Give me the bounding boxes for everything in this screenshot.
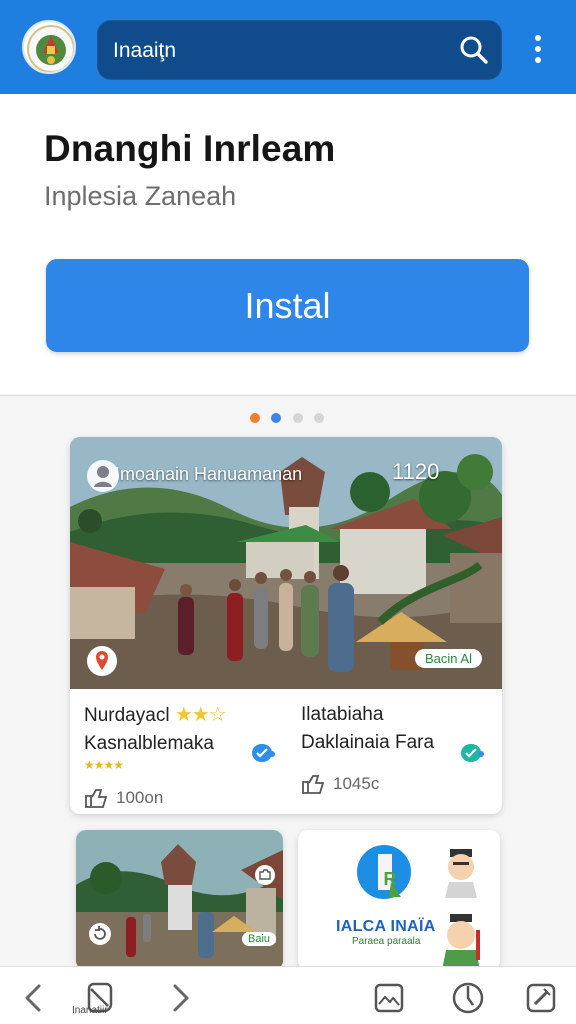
promo-title: IALCA INAÏA xyxy=(336,918,436,935)
carousel-dot-2[interactable] xyxy=(271,413,282,423)
info-column-right: Ilatabiaha Daklainaia Fara 1045c xyxy=(301,701,491,801)
like-count: 100on xyxy=(116,788,164,807)
small-category-chip[interactable]: Baiu xyxy=(242,932,277,946)
app-header-section: Dnanghi Inrleam Inplesia Zaneah Instal xyxy=(0,94,576,394)
app-title: Dnanghi Inrleam xyxy=(44,128,336,169)
reviewer-name: Nurdayacl ★★☆ xyxy=(84,704,227,726)
top-app-bar: Inaaiţn xyxy=(0,0,576,94)
rating-stars-icon: ★★☆ xyxy=(174,704,227,726)
back-arrow-icon[interactable] xyxy=(12,977,54,1019)
promo-subtitle: Paraea paraala xyxy=(352,936,421,947)
search-bar[interactable]: Inaaiţn xyxy=(97,20,502,80)
carousel-dot-1[interactable] xyxy=(250,413,260,423)
carousel-dot-4[interactable] xyxy=(314,413,325,423)
logo-emblem-icon xyxy=(27,25,74,72)
like-count: 1045c xyxy=(333,774,380,793)
history-clock-icon[interactable] xyxy=(447,977,489,1019)
location-pin-icon[interactable] xyxy=(86,645,118,677)
forward-arrow-icon[interactable] xyxy=(160,977,202,1019)
screenshot-photo[interactable]: Imoanain Hanuamanan 1120 Bacin Al xyxy=(70,437,502,689)
verified-badge-icon xyxy=(461,744,484,762)
review-summary: Kasnalblemaka xyxy=(84,733,214,754)
listing-title: Ilatabiaha xyxy=(301,704,384,725)
app-logo[interactable] xyxy=(22,20,76,74)
screenshot-card-small-right[interactable]: R IALCA INAÏA Paraea paraala xyxy=(298,830,500,970)
more-vertical-icon[interactable] xyxy=(528,34,548,68)
screenshot-card-main[interactable]: Imoanain Hanuamanan 1120 Bacin Al Nurday… xyxy=(70,437,502,814)
avatar-icon[interactable] xyxy=(86,459,120,493)
small-rating-icon: ★★★★ xyxy=(84,758,124,772)
screenshot-card-small-left[interactable]: Baiu xyxy=(76,830,283,970)
app-subtitle: Inplesia Zaneah xyxy=(44,181,237,211)
search-icon[interactable] xyxy=(458,34,490,66)
refresh-icon[interactable] xyxy=(88,922,112,946)
nav-label[interactable]: Inanatiir xyxy=(72,1005,108,1016)
overlay-counter: 1120 xyxy=(392,459,440,484)
overlay-brand-title: Imoanain Hanuamanan xyxy=(115,464,303,484)
image-gallery-icon[interactable] xyxy=(368,977,410,1019)
verified-badge-icon xyxy=(252,744,275,762)
section-divider xyxy=(0,395,576,396)
camera-icon[interactable] xyxy=(254,864,276,886)
edit-tab-icon[interactable] xyxy=(520,977,562,1019)
svg-text:R: R xyxy=(384,869,397,889)
search-input-text[interactable]: Inaaiţn xyxy=(113,38,176,64)
category-chip[interactable]: Bacin Al xyxy=(415,649,482,668)
bottom-navigation: Inanatiir xyxy=(0,966,576,1024)
thumbs-up-icon[interactable] xyxy=(301,773,327,795)
info-column-left: Nurdayacl ★★☆ Kasnalblemaka ★★★★ 100on xyxy=(84,701,275,808)
village-thumbnail-image xyxy=(76,830,283,970)
carousel-dot-3[interactable] xyxy=(292,413,303,423)
card-info-panel: Nurdayacl ★★☆ Kasnalblemaka ★★★★ 100on I… xyxy=(70,689,502,814)
promo-app-image: R xyxy=(298,830,500,970)
install-button[interactable]: Instal xyxy=(46,259,529,352)
carousel-indicator xyxy=(250,410,331,423)
thumbs-up-icon[interactable] xyxy=(84,787,110,809)
